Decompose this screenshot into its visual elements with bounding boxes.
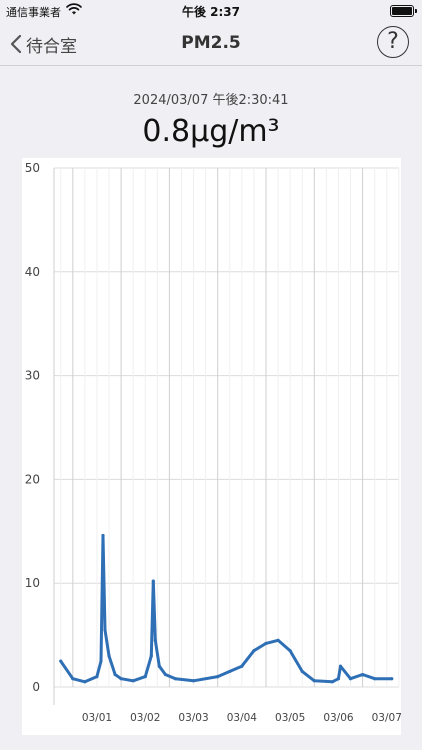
data-point xyxy=(151,579,155,583)
x-tick-label: 03/07 xyxy=(372,712,402,724)
data-point xyxy=(173,677,178,681)
help-button[interactable]: ? xyxy=(377,26,409,58)
data-point xyxy=(276,638,280,642)
data-point xyxy=(99,659,103,663)
data-point xyxy=(119,677,123,681)
clock: 午後 2:37 xyxy=(181,5,241,19)
data-point xyxy=(216,675,220,679)
data-point xyxy=(103,628,107,632)
data-point xyxy=(71,677,75,681)
data-point xyxy=(338,664,343,668)
data-point xyxy=(390,677,394,681)
data-point xyxy=(143,675,147,679)
y-tick-label: 30 xyxy=(25,369,40,383)
y-tick-label: 0 xyxy=(32,680,40,694)
data-point xyxy=(264,641,268,646)
x-tick-label: 03/01 xyxy=(82,712,112,724)
y-tick-label: 50 xyxy=(25,161,40,175)
reading-timestamp: 2024/03/07 午後2:30:41 xyxy=(133,93,289,108)
data-point xyxy=(157,664,161,668)
data-point xyxy=(163,672,167,677)
x-tick-label: 03/02 xyxy=(130,712,160,724)
y-tick-label: 40 xyxy=(25,265,40,279)
battery-icon xyxy=(390,5,417,17)
data-point xyxy=(240,664,244,668)
x-tick-label: 03/03 xyxy=(178,712,208,724)
data-point xyxy=(101,533,105,538)
data-point xyxy=(288,649,292,653)
pm25-line-chart[interactable]: 0 10 20 30 40 50 03/01 03/02 03/03 03/04 03/05 03/0… xyxy=(0,158,422,750)
data-point xyxy=(83,680,87,684)
data-point xyxy=(59,659,63,663)
y-tick-label: 10 xyxy=(25,576,40,590)
data-point xyxy=(228,669,232,674)
data-point xyxy=(95,675,99,679)
data-point xyxy=(131,679,135,683)
data-point xyxy=(373,677,377,681)
data-point xyxy=(191,679,196,683)
x-tick-label: 03/06 xyxy=(323,712,354,724)
data-point xyxy=(153,638,157,642)
data-point xyxy=(107,654,111,658)
x-tick-label: 03/05 xyxy=(275,712,305,724)
data-point xyxy=(252,649,256,653)
data-point xyxy=(330,680,335,684)
data-point xyxy=(113,672,117,677)
data-point xyxy=(336,677,341,681)
data-point xyxy=(348,677,353,681)
reading-value: 0.8μg/m³ xyxy=(142,114,280,149)
data-point xyxy=(361,672,365,677)
status-bar: 通信事業者 午後 2:37 xyxy=(0,0,422,22)
data-point xyxy=(312,679,316,683)
question-mark-icon: ? xyxy=(387,29,399,54)
pm25-series-line xyxy=(59,534,392,684)
data-point xyxy=(149,654,153,658)
x-tick-label: 03/04 xyxy=(227,712,258,724)
y-tick-label: 20 xyxy=(25,472,40,486)
navigation-bar: 待合室 PM2.5 ? xyxy=(0,22,422,66)
page-title: PM2.5 xyxy=(181,33,241,53)
data-point xyxy=(300,669,304,674)
